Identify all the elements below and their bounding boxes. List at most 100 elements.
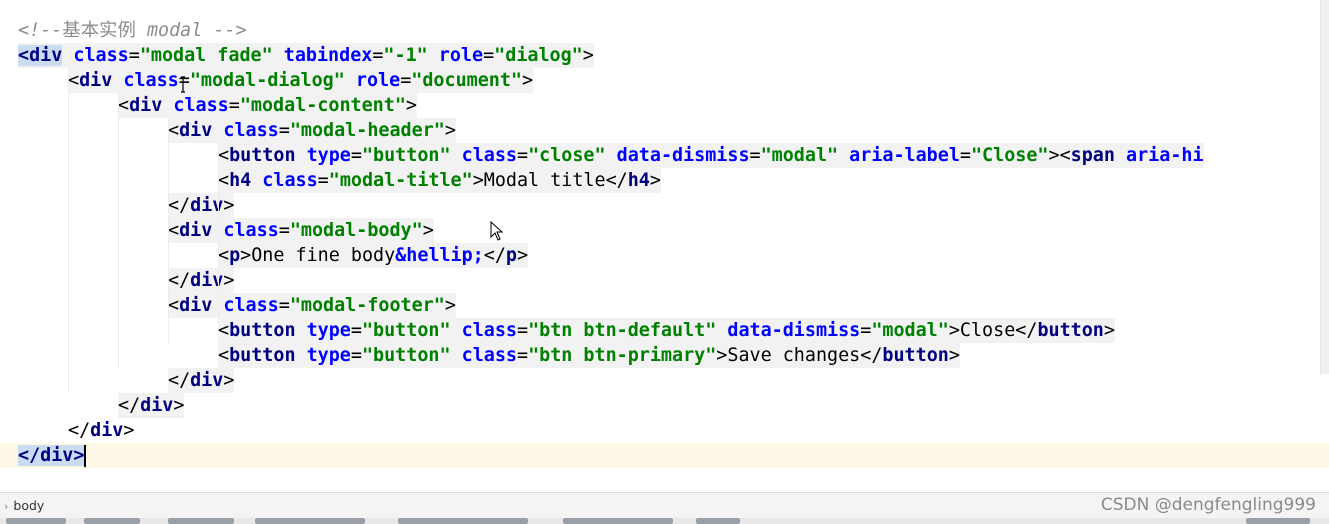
code-token: > <box>948 320 960 341</box>
tool-window-button[interactable] <box>84 518 140 524</box>
code-token: > <box>405 95 417 116</box>
code-token: = <box>400 70 412 91</box>
code-token: = <box>959 145 971 166</box>
mouse-pointer-icon <box>490 220 504 241</box>
code-token: > <box>716 345 728 366</box>
code-token: </ <box>483 245 506 266</box>
code-token: 基本实例 <box>62 20 136 41</box>
code-token: = <box>317 170 329 191</box>
code-token: class <box>251 170 318 191</box>
code-token: < <box>218 145 230 166</box>
code-token: "modal-header" <box>289 120 445 141</box>
code-token: button <box>229 145 296 166</box>
code-line[interactable]: <button type="button" class="close" data… <box>0 143 1329 168</box>
tool-window-button[interactable] <box>563 518 673 524</box>
code-token: button <box>1037 320 1104 341</box>
code-line[interactable]: </div> <box>0 443 1329 468</box>
code-text: <div class="modal-body"> <box>168 218 434 243</box>
code-token: role <box>344 70 401 91</box>
code-token: "button" <box>361 320 451 341</box>
code-token: < <box>168 120 180 141</box>
code-token: = <box>350 145 362 166</box>
code-token: span <box>1070 145 1115 166</box>
code-token: > <box>444 120 456 141</box>
code-token: "-1" <box>383 45 428 66</box>
code-token: = <box>483 45 495 66</box>
code-token: = <box>860 320 872 341</box>
code-token: "modal" <box>871 320 949 341</box>
code-token: </ <box>605 170 628 191</box>
code-line[interactable]: <button type="button" class="btn btn-pri… <box>0 343 1329 368</box>
code-line[interactable]: </div> <box>0 393 1329 418</box>
code-token: > <box>472 170 484 191</box>
code-token: "document" <box>411 70 523 91</box>
code-token: button <box>229 345 296 366</box>
code-token: = <box>128 45 140 66</box>
code-line[interactable]: <div class="modal-dialog" role="document… <box>0 68 1329 93</box>
code-token: div <box>140 395 174 416</box>
code-token: < <box>118 95 130 116</box>
code-token: = <box>278 120 290 141</box>
code-token: "modal fade" <box>139 45 273 66</box>
code-line[interactable]: <div class="modal-content"> <box>0 93 1329 118</box>
code-token: class <box>450 345 517 366</box>
code-line[interactable]: <p>One fine body&hellip;</p> <box>0 243 1329 268</box>
code-token: > <box>582 45 594 66</box>
code-token: <div <box>18 45 63 66</box>
code-token: = <box>350 320 362 341</box>
status-bar: › body CSDN @dengfengling999 <box>0 492 1329 519</box>
indent-guide <box>168 118 169 343</box>
code-token: = <box>228 95 240 116</box>
code-token: modal --> <box>135 20 247 41</box>
tool-window-button[interactable] <box>6 518 66 524</box>
code-token: div <box>190 370 224 391</box>
code-token: class <box>450 145 517 166</box>
code-token: = <box>516 345 529 366</box>
code-line[interactable]: <button type="button" class="btn btn-def… <box>0 318 1329 343</box>
code-token: > <box>1103 320 1115 341</box>
code-token: > <box>948 345 960 366</box>
code-token: > <box>223 195 235 216</box>
code-token: > <box>223 270 235 291</box>
code-text: <div class="modal-footer"> <box>168 293 456 318</box>
code-line[interactable]: <div class="modal-footer"> <box>0 293 1329 318</box>
breadcrumb[interactable]: › body <box>4 498 44 513</box>
code-line[interactable]: </div> <box>0 368 1329 393</box>
code-token: class <box>450 320 517 341</box>
tool-window-button[interactable] <box>1246 518 1310 524</box>
code-token: > <box>223 370 235 391</box>
vertical-scrollbar[interactable] <box>1320 0 1329 374</box>
breadcrumb-item-body[interactable]: body <box>13 498 44 513</box>
code-line[interactable]: </div> <box>0 268 1329 293</box>
code-token: aria-label <box>838 145 960 166</box>
tool-window-button[interactable] <box>168 518 234 524</box>
code-text: </div> <box>168 368 235 393</box>
code-text: </div> <box>168 268 235 293</box>
code-token: </ <box>168 370 191 391</box>
code-token: h4 <box>627 170 650 191</box>
code-token: > <box>123 420 135 441</box>
code-token: data-dismiss <box>605 145 750 166</box>
code-token: < <box>168 295 180 316</box>
code-text: <div class="modal fade" tabindex="-1" ro… <box>18 43 594 68</box>
tool-window-button[interactable] <box>398 518 528 524</box>
code-text: </div> <box>68 418 134 443</box>
code-comment-line[interactable]: <!--基本实例 modal --> <box>0 18 1329 43</box>
code-line[interactable]: <div class="modal-header"> <box>0 118 1329 143</box>
code-token: type <box>295 145 351 166</box>
code-line[interactable]: </div> <box>0 418 1329 443</box>
code-line[interactable]: <div class="modal fade" tabindex="-1" ro… <box>0 43 1329 68</box>
code-line[interactable]: <div class="modal-body"> <box>0 218 1329 243</box>
code-token: = <box>350 345 362 366</box>
code-line[interactable]: <h4 class="modal-title">Modal title</h4> <box>0 168 1329 193</box>
code-token: > <box>522 70 534 91</box>
code-token: "Close" <box>970 145 1049 166</box>
tool-window-button[interactable] <box>696 518 740 524</box>
code-token: = <box>516 145 529 166</box>
code-token: "button" <box>361 145 451 166</box>
code-line[interactable]: </div> <box>0 193 1329 218</box>
code-editor[interactable]: <!--基本实例 modal --> <div class="modal fade… <box>0 0 1329 490</box>
code-token: = <box>749 145 761 166</box>
tool-window-button[interactable] <box>255 518 365 524</box>
code-token: = <box>372 45 384 66</box>
